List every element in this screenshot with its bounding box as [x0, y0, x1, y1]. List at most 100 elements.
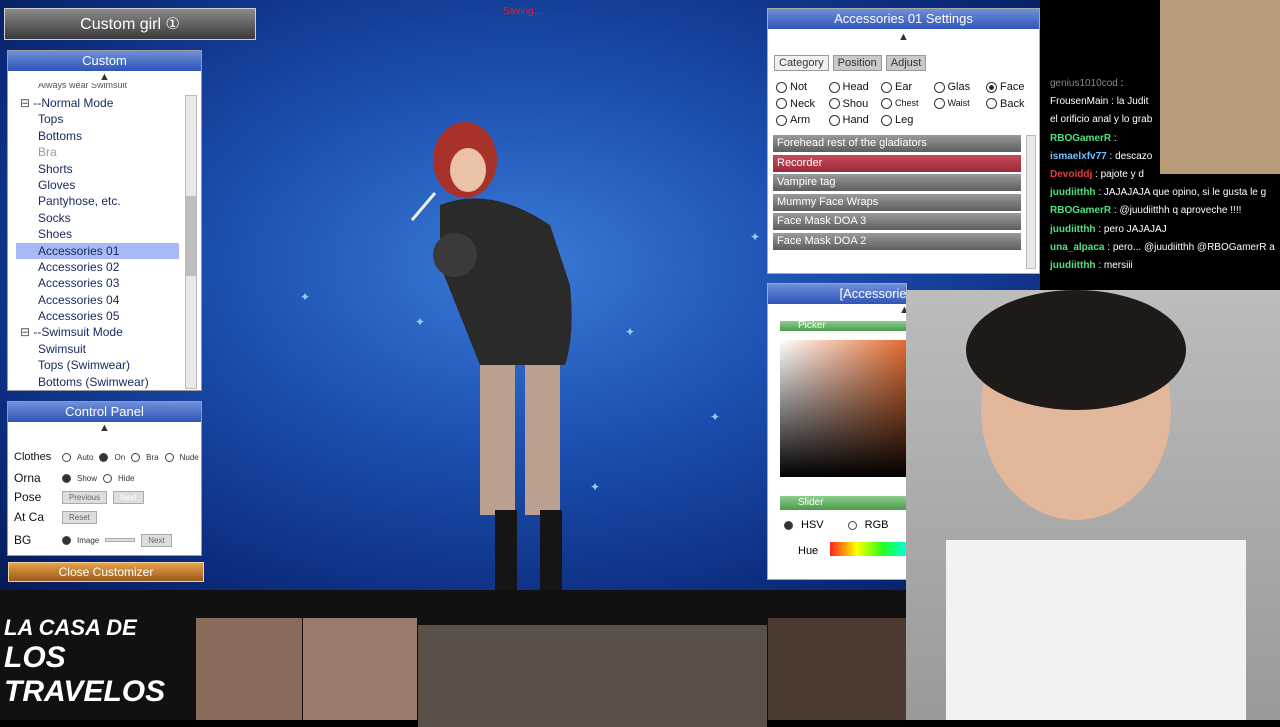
clothes-radio[interactable]	[131, 452, 141, 462]
tab-adjust[interactable]: Adjust	[885, 55, 927, 71]
category-radio[interactable]	[828, 114, 840, 126]
category-item[interactable]: Pantyhose, etc.	[16, 193, 179, 209]
pose-next-button[interactable]: Next	[113, 490, 144, 504]
category-option[interactable]: Glas	[933, 81, 970, 93]
category-radio[interactable]	[776, 98, 787, 109]
collapse-icon[interactable]: ⊟	[20, 325, 33, 339]
character-model[interactable]	[400, 115, 600, 590]
bg-image-field[interactable]	[105, 538, 136, 542]
category-option[interactable]: Hand	[828, 114, 869, 126]
category-option[interactable]: Arm	[776, 114, 810, 126]
hue-slider[interactable]	[830, 542, 906, 556]
category-radio[interactable]	[776, 81, 787, 93]
chat-username[interactable]: RBOGamerR	[1050, 205, 1111, 216]
pose-previous-button[interactable]: Previous	[62, 490, 108, 504]
category-option[interactable]: Waist	[933, 97, 970, 109]
orna-hide-radio[interactable]	[103, 473, 113, 483]
collapse-arrow-icon[interactable]: ▲	[768, 304, 906, 316]
category-item[interactable]: Socks	[16, 210, 179, 226]
category-radio[interactable]	[933, 97, 945, 109]
category-option[interactable]: Not	[776, 81, 807, 93]
chat-username[interactable]: juudiitthh	[1050, 224, 1096, 235]
category-item[interactable]: Swimsuit	[16, 341, 179, 357]
category-radio[interactable]	[828, 81, 840, 93]
rgb-radio[interactable]	[847, 520, 857, 530]
tab-position[interactable]: Position	[832, 55, 882, 71]
accessory-item[interactable]: Vampire tag	[773, 174, 1021, 192]
saturation-value-picker[interactable]	[780, 340, 906, 477]
accessory-item[interactable]: Recorder	[773, 154, 1021, 172]
category-item[interactable]: Accessories 03	[16, 275, 179, 291]
clothes-radio[interactable]	[62, 452, 71, 462]
category-option[interactable]: Leg	[881, 114, 913, 126]
category-item[interactable]: Accessories 01	[16, 242, 179, 259]
chat-username[interactable]: Devoiddj	[1050, 169, 1092, 180]
category-item[interactable]: Bottoms (Swimwear)	[16, 374, 179, 390]
category-item[interactable]: Tops	[16, 111, 179, 127]
category-item[interactable]: Bottoms	[16, 128, 179, 144]
scroll-up-arrow-icon[interactable]: ▲	[8, 71, 201, 83]
category-item[interactable]: Shorts	[16, 161, 179, 177]
color-mode-row: HSV RGB	[784, 519, 888, 531]
category-item[interactable]: Accessories 04	[16, 292, 179, 308]
bg-next-button[interactable]: Next	[141, 533, 172, 547]
category-item[interactable]: Gloves	[16, 177, 179, 193]
accessory-item[interactable]: Face Mask DOA 3	[773, 213, 1021, 231]
collapse-arrow-icon[interactable]: ▲	[768, 31, 1039, 43]
clothes-radio[interactable]	[99, 452, 109, 462]
category-item[interactable]: Bra	[16, 144, 179, 160]
category-item[interactable]: Accessories 05	[16, 308, 179, 324]
hsv-radio[interactable]	[784, 520, 793, 530]
star-decoration: ✦	[750, 230, 761, 244]
category-option[interactable]: Ear	[881, 81, 912, 93]
bg-image-radio[interactable]	[62, 535, 71, 545]
category-option[interactable]: Neck	[776, 98, 815, 110]
category-radio[interactable]	[828, 98, 840, 109]
category-option[interactable]: Shou	[828, 98, 868, 110]
chat-username[interactable]: FrousenMain	[1050, 96, 1108, 107]
accessory-item[interactable]: Mummy Face Wraps	[773, 193, 1021, 211]
window-title: Custom girl ①	[4, 8, 256, 40]
collapse-arrow-icon[interactable]: ▲	[8, 422, 201, 434]
accessory-item[interactable]: Forehead rest of the gladiators	[773, 135, 1021, 152]
category-item[interactable]: Tops (Swimwear)	[16, 357, 179, 373]
category-radio[interactable]	[933, 81, 945, 93]
category-option[interactable]: Chest	[881, 97, 919, 109]
category-label: Not	[790, 81, 808, 93]
category-item[interactable]: Accessories 02	[16, 259, 179, 275]
category-radio[interactable]	[776, 114, 787, 126]
chat-username[interactable]: juudiitthh	[1050, 187, 1096, 198]
chat-username[interactable]: una_alpaca	[1050, 242, 1104, 253]
category-group[interactable]: ⊟ --Swimsuit Mode	[16, 324, 179, 340]
clothes-radio[interactable]	[164, 452, 174, 462]
chat-username[interactable]: genius1010cod	[1050, 78, 1118, 89]
reset-button[interactable]: Reset	[62, 510, 97, 524]
chat-username[interactable]: ismaelxfv77	[1050, 151, 1107, 162]
custom-scrollbar[interactable]	[185, 95, 197, 389]
picker-section-header[interactable]: Picker	[780, 321, 906, 331]
close-customizer-button[interactable]: Close Customizer	[8, 562, 204, 582]
category-option[interactable]: Back	[986, 98, 1024, 110]
tab-category[interactable]: Category	[774, 55, 829, 71]
category-option[interactable]: Face	[986, 81, 1024, 93]
chat-message: genius1010cod :	[1050, 75, 1280, 93]
chat-username[interactable]: juudiitthh	[1050, 260, 1096, 271]
orna-show-radio[interactable]	[62, 473, 71, 483]
accessory-item[interactable]: Face Mask DOA 2	[773, 232, 1021, 250]
category-radio[interactable]	[881, 97, 892, 109]
category-radio[interactable]	[881, 114, 892, 126]
slider-section-header[interactable]: Slider	[780, 496, 906, 510]
scrollbar-thumb[interactable]	[186, 196, 196, 276]
category-item[interactable]: Shoes	[16, 226, 179, 242]
category-radio[interactable]	[881, 81, 892, 93]
category-radio[interactable]	[986, 98, 997, 109]
chat-username[interactable]: RBOGamerR	[1050, 133, 1111, 144]
custom-panel: Custom ▲ Always wear Swimsuit ⊟ --Normal…	[7, 50, 202, 391]
accessory-scrollbar[interactable]	[1026, 135, 1036, 269]
category-group[interactable]: ⊟ --Normal Mode	[16, 95, 179, 111]
category-option[interactable]: Head	[828, 81, 869, 93]
color-panel-title: [Accessories 01] Color	[768, 284, 906, 304]
custom-category-list: ⊟ --Normal Mode Tops Bottoms Bra Shorts Glove…	[16, 95, 179, 390]
category-radio[interactable]	[986, 81, 997, 93]
collapse-icon[interactable]: ⊟	[20, 96, 33, 110]
